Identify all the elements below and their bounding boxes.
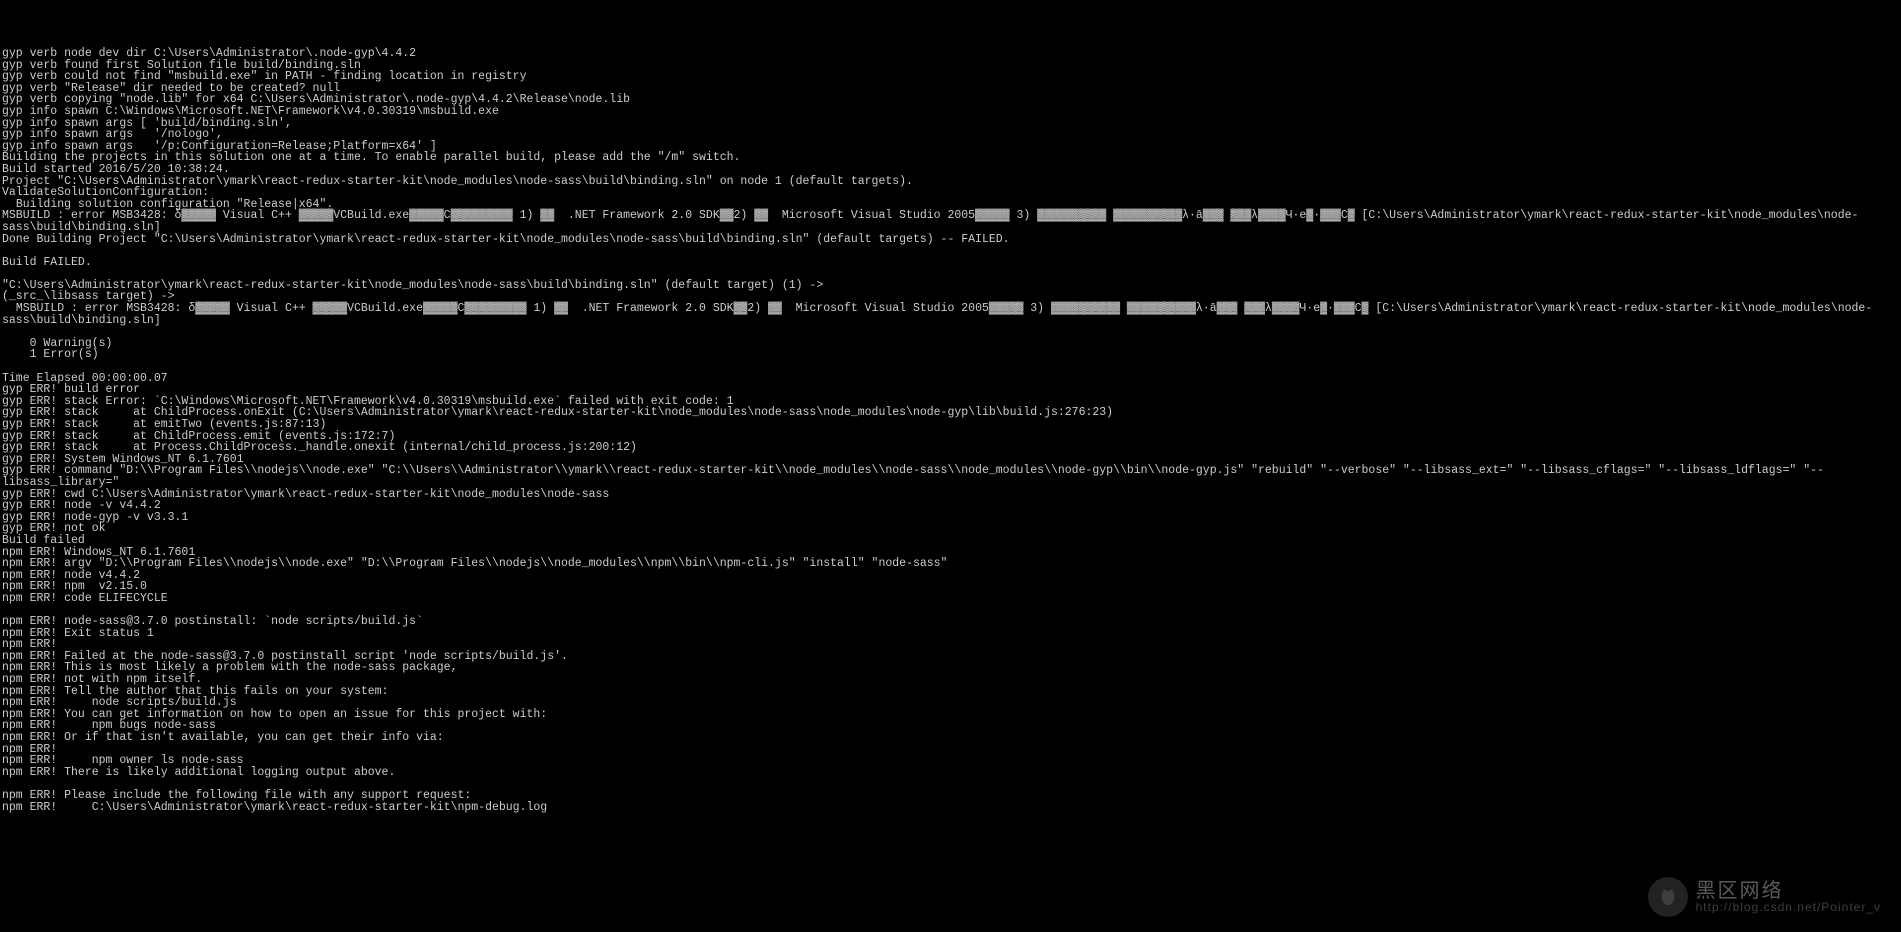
terminal-line: gyp info spawn args '/nologo', [2,129,1899,141]
terminal-line: npm ERR! argv "D:\\Program Files\\nodejs… [2,558,1899,570]
terminal-line: npm ERR! Tell the author that this fails… [2,686,1899,698]
terminal-line [2,361,1899,373]
watermark-text: 黑区网络 http://blog.csdn.net/Pointer_v [1696,881,1881,913]
terminal-line: Done Building Project "C:\Users\Administ… [2,234,1899,246]
watermark-sub-text: http://blog.csdn.net/Pointer_v [1696,901,1881,913]
terminal-line: MSBUILD : error MSB3428: δ▓▓▓▓▓ Visual C… [2,210,1899,233]
terminal-line: Time Elapsed 00:00:00.07 [2,373,1899,385]
terminal-line: npm ERR! There is likely additional logg… [2,767,1899,779]
terminal-line: ValidateSolutionConfiguration: [2,187,1899,199]
terminal-line: gyp ERR! stack at Process.ChildProcess._… [2,442,1899,454]
terminal-line: npm ERR! not with npm itself. [2,674,1899,686]
terminal-line: npm ERR! Exit status 1 [2,628,1899,640]
terminal-line: npm ERR! This is most likely a problem w… [2,662,1899,674]
watermark-logo-icon [1648,877,1688,917]
terminal-line: gyp ERR! command "D:\\Program Files\\nod… [2,465,1899,488]
terminal-line: gyp verb node dev dir C:\Users\Administr… [2,48,1899,60]
terminal-line: MSBUILD : error MSB3428: δ▓▓▓▓▓ Visual C… [2,303,1899,326]
terminal-line: npm ERR! code ELIFECYCLE [2,593,1899,605]
terminal-line: gyp ERR! stack at emitTwo (events.js:87:… [2,419,1899,431]
terminal-line: npm ERR! C:\Users\Administrator\ymark\re… [2,802,1899,814]
terminal-line: Building the projects in this solution o… [2,152,1899,164]
terminal-line: Build FAILED. [2,257,1899,269]
terminal-line: 1 Error(s) [2,349,1899,361]
terminal-line: gyp ERR! cwd C:\Users\Administrator\ymar… [2,489,1899,501]
terminal-line: npm ERR! npm v2.15.0 [2,581,1899,593]
terminal-line: gyp ERR! node-gyp -v v3.3.1 [2,512,1899,524]
terminal-line: npm ERR! [2,744,1899,756]
terminal-line: npm ERR! node-sass@3.7.0 postinstall: `n… [2,616,1899,628]
terminal-line [2,245,1899,257]
terminal-line [2,326,1899,338]
terminal-line: gyp ERR! node -v v4.4.2 [2,500,1899,512]
terminal-line: 0 Warning(s) [2,338,1899,350]
terminal-output[interactable]: gyp verb node dev dir C:\Users\Administr… [2,48,1899,813]
terminal-line: Project "C:\Users\Administrator\ymark\re… [2,176,1899,188]
terminal-line: "C:\Users\Administrator\ymark\react-redu… [2,280,1899,292]
terminal-line: npm ERR! You can get information on how … [2,709,1899,721]
terminal-line: Build started 2016/5/20 10:38:24. [2,164,1899,176]
terminal-line: npm ERR! node v4.4.2 [2,570,1899,582]
watermark: 黑区网络 http://blog.csdn.net/Pointer_v [1648,877,1881,917]
terminal-line: npm ERR! Please include the following fi… [2,790,1899,802]
terminal-line: gyp ERR! not ok [2,523,1899,535]
terminal-line: npm ERR! Or if that isn't available, you… [2,732,1899,744]
terminal-line: Build failed [2,535,1899,547]
terminal-line: gyp info spawn C:\Windows\Microsoft.NET\… [2,106,1899,118]
terminal-line: gyp info spawn args [ 'build/binding.sln… [2,118,1899,130]
watermark-main-text: 黑区网络 [1696,881,1784,901]
